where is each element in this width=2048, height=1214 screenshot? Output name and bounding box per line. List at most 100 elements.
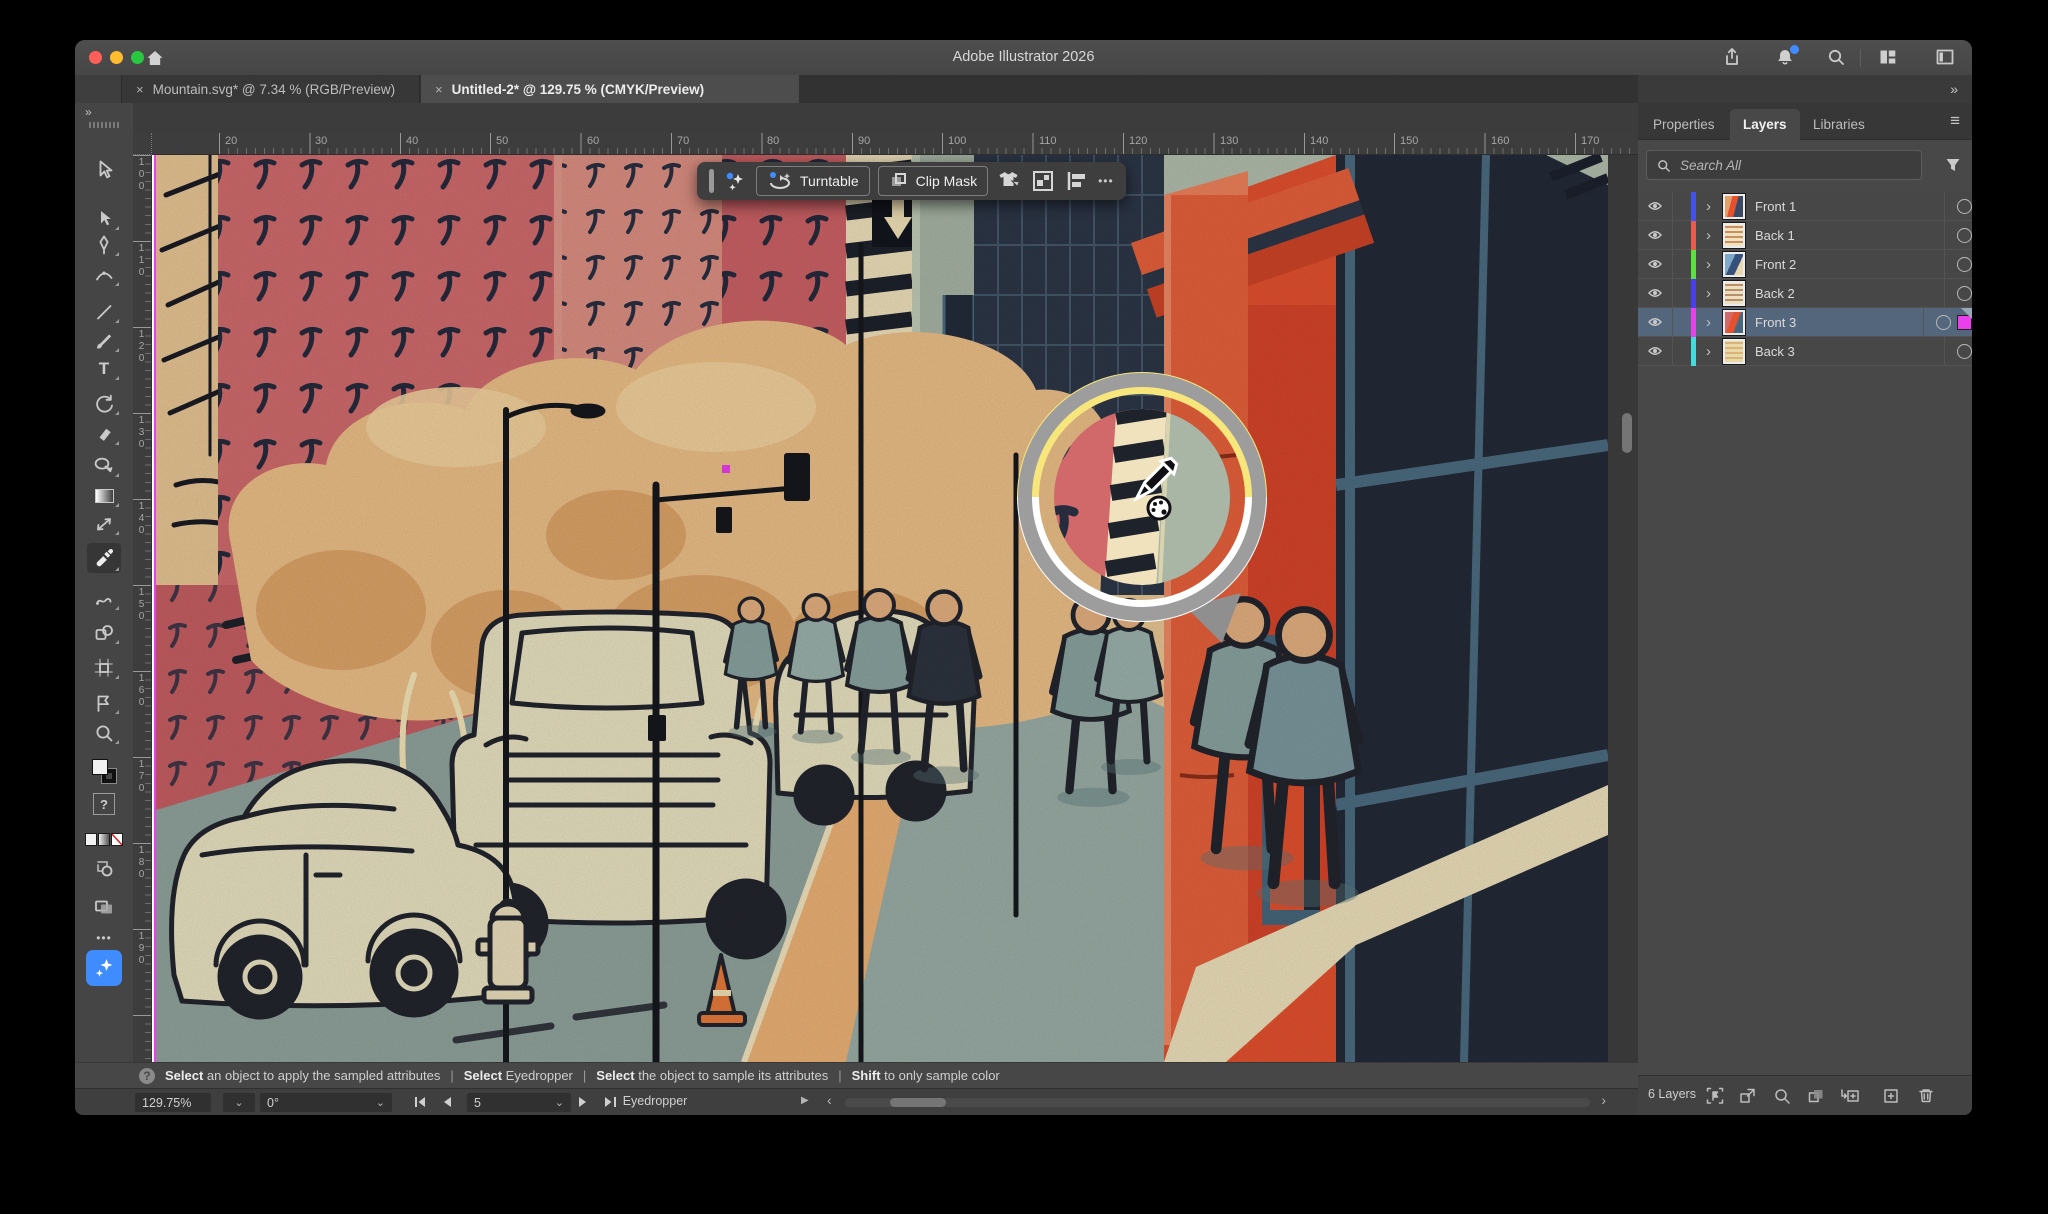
scroll-right-icon[interactable]: › (1601, 1092, 1606, 1108)
expand-layer-icon[interactable]: › (1706, 315, 1711, 330)
arrange-icon[interactable] (1030, 167, 1056, 195)
shape-builder-tool[interactable] (87, 620, 121, 646)
layer-row-back-3[interactable]: › Back 3 (1638, 337, 1972, 366)
panel-menu-icon[interactable]: ≡ (1950, 111, 1960, 131)
layer-row-back-1[interactable]: › Back 1 (1638, 221, 1972, 250)
layer-name[interactable]: Back 3 (1755, 344, 1944, 359)
status-menu-arrow[interactable]: ▶ (801, 1095, 809, 1106)
layer-name[interactable]: Back 2 (1755, 286, 1944, 301)
canvas-viewport[interactable]: Turntable Clip Mask ••• (152, 155, 1638, 1062)
layer-thumbnail[interactable] (1723, 339, 1745, 364)
help-icon[interactable]: ? (139, 1068, 155, 1084)
layer-thumbnail[interactable] (1723, 194, 1745, 219)
zoom-level-field[interactable]: 129.75% (135, 1093, 211, 1112)
turntable-button[interactable]: Turntable (756, 166, 870, 196)
layer-row-front-1[interactable]: › Front 1 (1638, 192, 1972, 221)
first-artboard-button[interactable] (413, 1095, 428, 1109)
selection-tool[interactable] (87, 157, 121, 183)
zoom-tool[interactable] (87, 720, 121, 746)
eyedropper-tool[interactable] (87, 543, 121, 573)
generative-ai-button[interactable] (86, 950, 122, 986)
fill-stroke-swatches[interactable] (87, 758, 121, 784)
layer-thumbnail[interactable] (1723, 310, 1745, 335)
scroll-left-icon[interactable]: ‹ (827, 1092, 832, 1108)
edit-toolbar-icon[interactable]: ••• (87, 925, 121, 951)
blob-brush-tool[interactable] (87, 586, 121, 612)
workspace-switcher-icon[interactable] (1878, 47, 1900, 69)
locate-object-icon[interactable] (1772, 1086, 1792, 1106)
screen-mode-icon[interactable] (87, 893, 121, 919)
line-segment-tool[interactable] (87, 299, 121, 325)
visibility-eye-icon[interactable] (1646, 256, 1664, 272)
visibility-eye-icon[interactable] (1646, 227, 1664, 243)
artboard-tool[interactable] (87, 655, 121, 681)
canvas-vertical-scrollbar[interactable] (1622, 413, 1632, 453)
free-transform-tool[interactable] (87, 690, 121, 716)
new-layer-icon[interactable] (1881, 1086, 1901, 1106)
visibility-eye-icon[interactable] (1646, 285, 1664, 301)
layer-target-circle[interactable] (1957, 286, 1972, 301)
width-tool[interactable] (87, 511, 121, 537)
layer-name[interactable]: Front 1 (1755, 199, 1944, 214)
new-sublayer-icon[interactable] (1839, 1086, 1859, 1106)
tab-layers[interactable]: Layers (1730, 109, 1800, 140)
more-options-icon[interactable]: ••• (1098, 174, 1114, 188)
pen-tool[interactable] (87, 232, 121, 258)
zoom-dropdown-button[interactable]: ⌄ (223, 1093, 255, 1112)
layer-thumbnail[interactable] (1723, 281, 1745, 306)
search-input[interactable] (1678, 157, 1912, 174)
layer-row-front-3-selected[interactable]: › Front 3 (1638, 308, 1972, 337)
expand-layer-icon[interactable]: › (1706, 257, 1711, 272)
expand-tools-icon[interactable]: » (85, 105, 91, 119)
layer-row-front-2[interactable]: › Front 2 (1638, 250, 1972, 279)
tab-libraries[interactable]: Libraries (1800, 109, 1878, 140)
collapse-panels-icon[interactable]: » (1950, 81, 1958, 97)
expand-layer-icon[interactable]: › (1706, 228, 1711, 243)
layer-target-circle[interactable] (1957, 344, 1972, 359)
expand-layer-icon[interactable]: › (1706, 286, 1711, 301)
layer-target-circle[interactable] (1957, 199, 1972, 214)
layer-target-circle[interactable] (1936, 315, 1951, 330)
canvas-horizontal-scrollbar[interactable] (845, 1098, 1590, 1107)
previous-artboard-button[interactable] (441, 1095, 453, 1109)
curvature-tool[interactable] (87, 262, 121, 288)
align-icon[interactable] (1064, 167, 1090, 195)
type-tool[interactable]: T (87, 356, 121, 382)
direct-selection-tool[interactable] (87, 206, 121, 232)
mockup-icon[interactable] (996, 167, 1022, 195)
collect-for-export-icon[interactable] (1705, 1086, 1725, 1106)
layer-target-circle[interactable] (1957, 228, 1972, 243)
annotate-tool[interactable] (87, 453, 121, 479)
taskbar-drag-handle[interactable] (709, 169, 714, 193)
expand-layer-icon[interactable]: › (1706, 344, 1711, 359)
filter-icon[interactable] (1944, 156, 1962, 179)
layer-name[interactable]: Front 3 (1755, 315, 1923, 330)
search-icon[interactable] (1826, 47, 1848, 69)
rotate-tool[interactable] (87, 391, 121, 417)
release-clip-icon[interactable] (1738, 1086, 1758, 1106)
tab-untitled-2[interactable]: × Untitled-2* @ 129.75 % (CMYK/Preview) (421, 75, 799, 103)
artboard-number-field[interactable]: 5⌄ (467, 1093, 571, 1112)
panel-layout-icon[interactable] (1935, 47, 1957, 69)
layer-target-circle[interactable] (1957, 257, 1972, 272)
visibility-eye-icon[interactable] (1646, 198, 1664, 214)
layer-row-back-2[interactable]: › Back 2 (1638, 279, 1972, 308)
tab-properties[interactable]: Properties (1640, 109, 1728, 140)
layers-search-box[interactable] (1646, 150, 1922, 180)
gradient-tool[interactable] (87, 483, 121, 509)
visibility-eye-icon[interactable] (1646, 314, 1664, 330)
clip-mask-button[interactable]: Clip Mask (878, 166, 988, 196)
ai-sparkle-icon[interactable] (722, 167, 748, 195)
layer-name[interactable]: Front 2 (1755, 257, 1944, 272)
fill-placeholder[interactable]: ? (87, 791, 121, 817)
active-tool-status[interactable]: Eyedropper (575, 1094, 735, 1108)
eraser-tool[interactable] (87, 421, 121, 447)
color-type-strip[interactable] (87, 826, 121, 852)
share-icon[interactable] (1722, 47, 1744, 69)
close-tab-icon[interactable]: × (136, 83, 144, 96)
tab-mountain-svg[interactable]: × Mountain.svg* @ 7.34 % (RGB/Preview) (122, 75, 420, 103)
ruler-origin-corner[interactable] (133, 133, 152, 155)
tools-grip[interactable] (89, 122, 119, 128)
rotation-field[interactable]: 0°⌄ (260, 1093, 392, 1112)
layer-thumbnail[interactable] (1723, 252, 1745, 277)
